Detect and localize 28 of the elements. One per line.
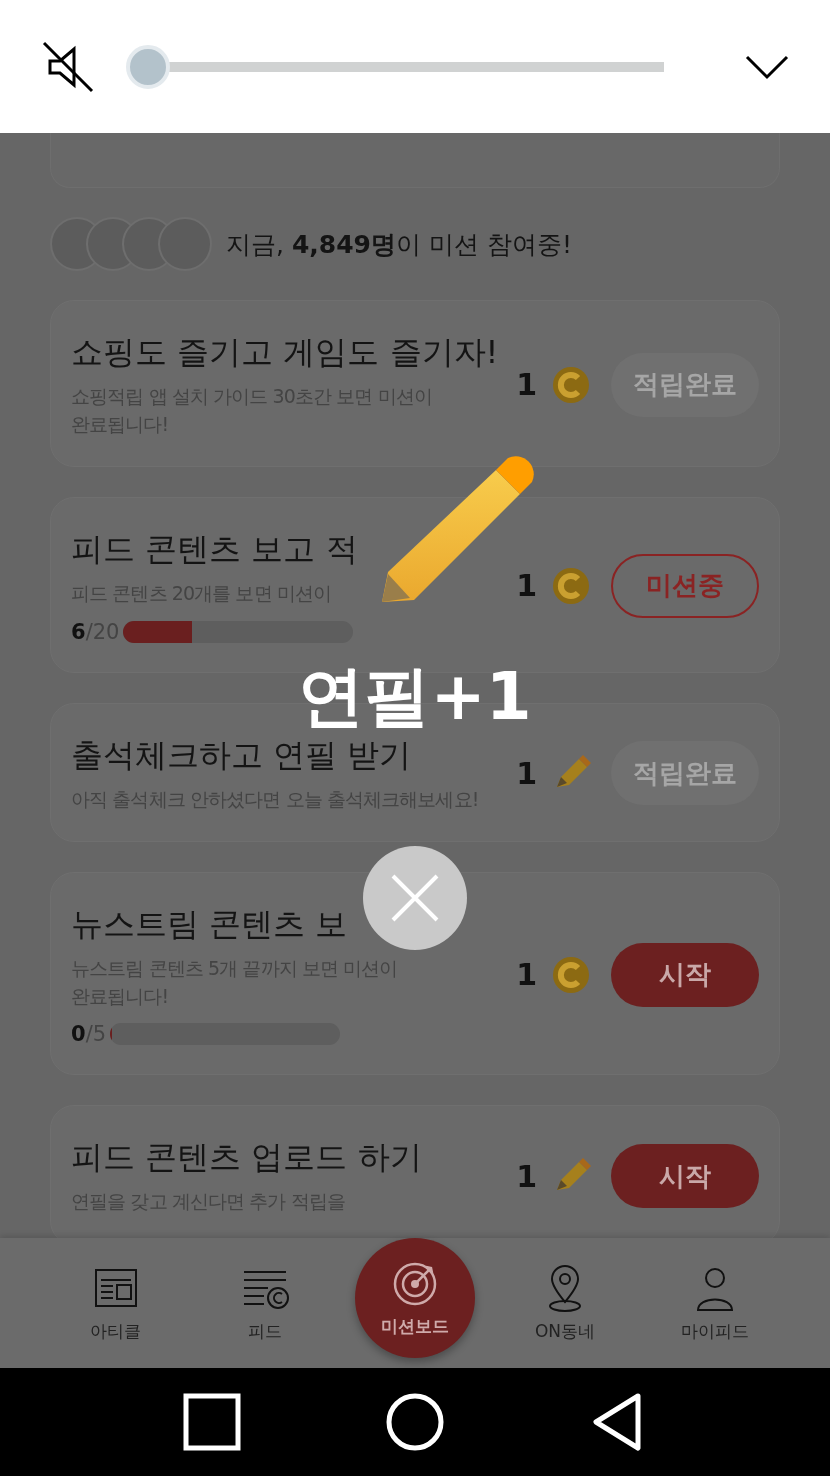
reward-amount: 1 [516,367,537,403]
home-icon[interactable] [385,1392,445,1452]
coin-icon [551,954,591,995]
volume-slider[interactable] [126,44,664,89]
square-icon[interactable] [181,1392,242,1452]
nav-tab[interactable]: 미션보드 [355,1238,475,1358]
mission-button[interactable]: 미션중 [611,553,759,618]
coin-icon [551,364,591,405]
nav-tab[interactable]: 피드 [205,1263,325,1343]
mission-title: 뉴스트림 콘텐츠 보 [71,904,348,946]
mission-title: 피드 콘텐츠 업로드 하기 [71,1137,422,1179]
mission-title: 쇼핑도 즐기고 게임도 즐기자! [71,332,499,373]
nav-tab[interactable]: 아티클 [55,1263,175,1343]
participants-text: 지금, 4,849명이 미션 참여중! [226,228,572,261]
close-icon [390,873,440,923]
nav-tab[interactable]: ON동네 [505,1263,625,1343]
coin-icon [551,565,591,606]
mission-button[interactable]: 시작 [611,1144,759,1209]
mission-button[interactable]: 시작 [611,942,759,1007]
reward-amount: 1 [516,1158,537,1194]
reward-amount: 1 [516,957,537,993]
mission-title: 피드 콘텐츠 보고 적 [71,529,358,571]
reward-text: 연필+1 [298,657,532,737]
reward-amount: 1 [516,568,537,604]
nav-tab[interactable]: 마이피드 [655,1263,775,1343]
reward-amount: 1 [516,755,537,791]
mission-title: 출석체크하고 연필 받기 [71,734,412,776]
slider-thumb[interactable] [126,44,170,89]
